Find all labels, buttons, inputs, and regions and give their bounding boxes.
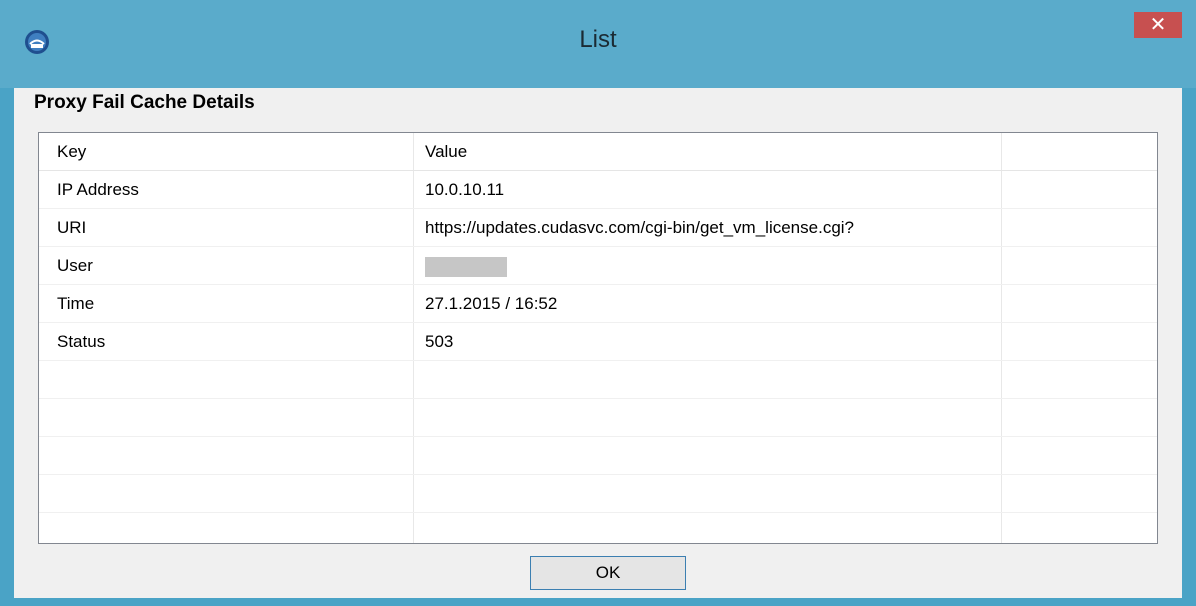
row-value-redacted: [425, 247, 995, 285]
row-value: 503: [425, 332, 454, 351]
dialog-heading: Proxy Fail Cache Details: [34, 92, 255, 113]
row-value: https://updates.cudasvc.com/cgi-bin/get_…: [425, 218, 855, 237]
redacted-block: [425, 256, 507, 277]
empty-row: [39, 361, 1157, 399]
window-title: List: [579, 26, 617, 53]
table-row[interactable]: IP Address 10.0.10.11: [39, 171, 1157, 209]
ok-button[interactable]: OK: [530, 556, 686, 590]
empty-row: [39, 513, 1157, 543]
list-header: Key Value: [39, 133, 1157, 171]
table-row[interactable]: URI https://updates.cudasvc.com/cgi-bin/…: [39, 209, 1157, 247]
empty-row: [39, 437, 1157, 475]
row-key: URI: [57, 218, 87, 237]
table-row[interactable]: Status 503: [39, 323, 1157, 361]
row-key: User: [57, 256, 93, 275]
close-icon: ✕: [1149, 14, 1167, 36]
column-header-value[interactable]: Value: [425, 133, 995, 171]
title-bar: List ✕: [0, 0, 1196, 88]
table-row[interactable]: Time 27.1.2015 / 16:52: [39, 285, 1157, 323]
column-header-key[interactable]: Key: [57, 133, 407, 171]
list-window: List ✕ Proxy Fail Cache Details Key Valu…: [0, 0, 1196, 606]
row-key: Status: [57, 332, 106, 351]
row-value: 27.1.2015 / 16:52: [425, 294, 558, 313]
details-list[interactable]: Key Value IP Address 10.0.10.11 URI http…: [38, 132, 1158, 544]
close-button[interactable]: ✕: [1134, 12, 1182, 38]
row-value: 10.0.10.11: [425, 180, 505, 199]
table-row[interactable]: User: [39, 247, 1157, 285]
row-key: IP Address: [57, 180, 139, 199]
empty-row: [39, 475, 1157, 513]
row-key: Time: [57, 294, 95, 313]
empty-row: [39, 399, 1157, 437]
